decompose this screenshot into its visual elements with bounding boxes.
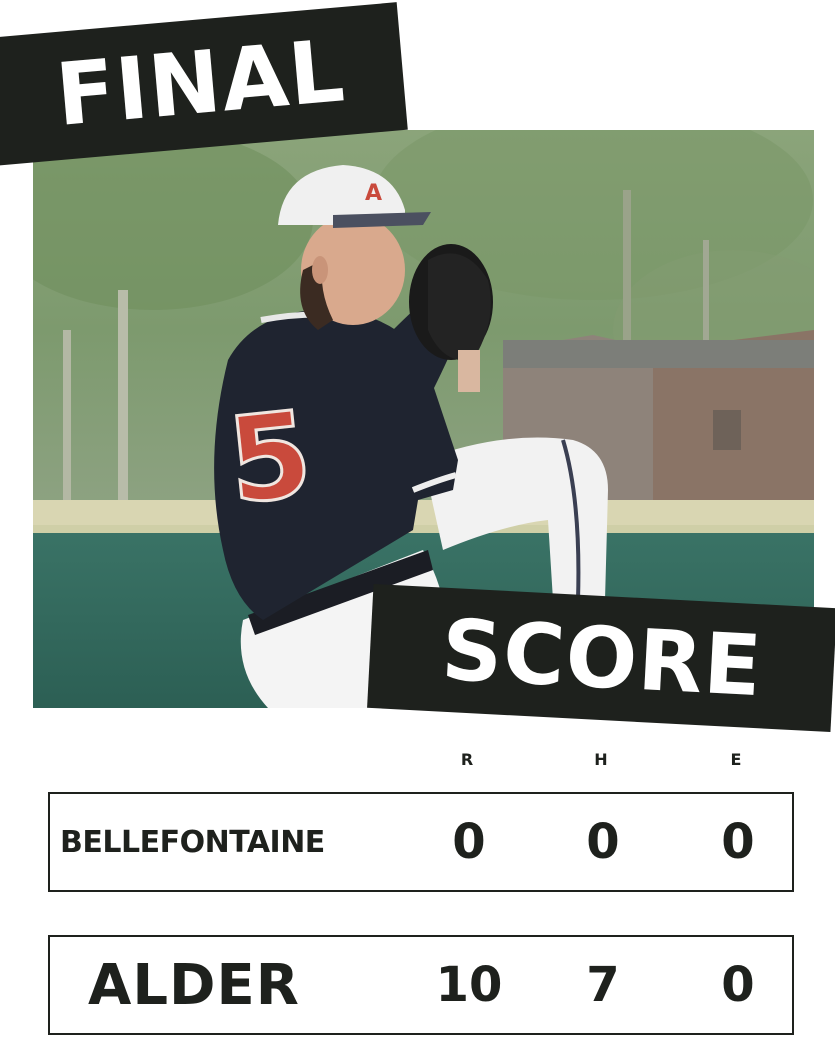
scoreboard-row-bellefontaine: BELLEFONTAINE 0 0 0: [48, 792, 794, 892]
errors-value: 0: [721, 957, 755, 1013]
hits-value: 7: [586, 957, 620, 1013]
runs-value: 0: [452, 814, 486, 870]
column-header-hits: H: [594, 750, 608, 769]
scoreboard-row-alder: ALDER 10 7 0: [48, 935, 794, 1035]
column-header-errors: E: [730, 750, 742, 769]
errors-value: 0: [721, 814, 755, 870]
runs-value: 10: [435, 957, 503, 1013]
jersey-number: 5: [222, 384, 318, 530]
score-banner: SCORE: [367, 583, 835, 733]
column-header-runs: R: [460, 750, 474, 769]
team-name: ALDER: [88, 952, 300, 1018]
svg-text:A: A: [365, 181, 382, 206]
final-banner-text: FINAL: [52, 21, 349, 146]
team-name: BELLEFONTAINE: [60, 824, 325, 860]
score-banner-text: SCORE: [439, 600, 765, 716]
hits-value: 0: [586, 814, 620, 870]
